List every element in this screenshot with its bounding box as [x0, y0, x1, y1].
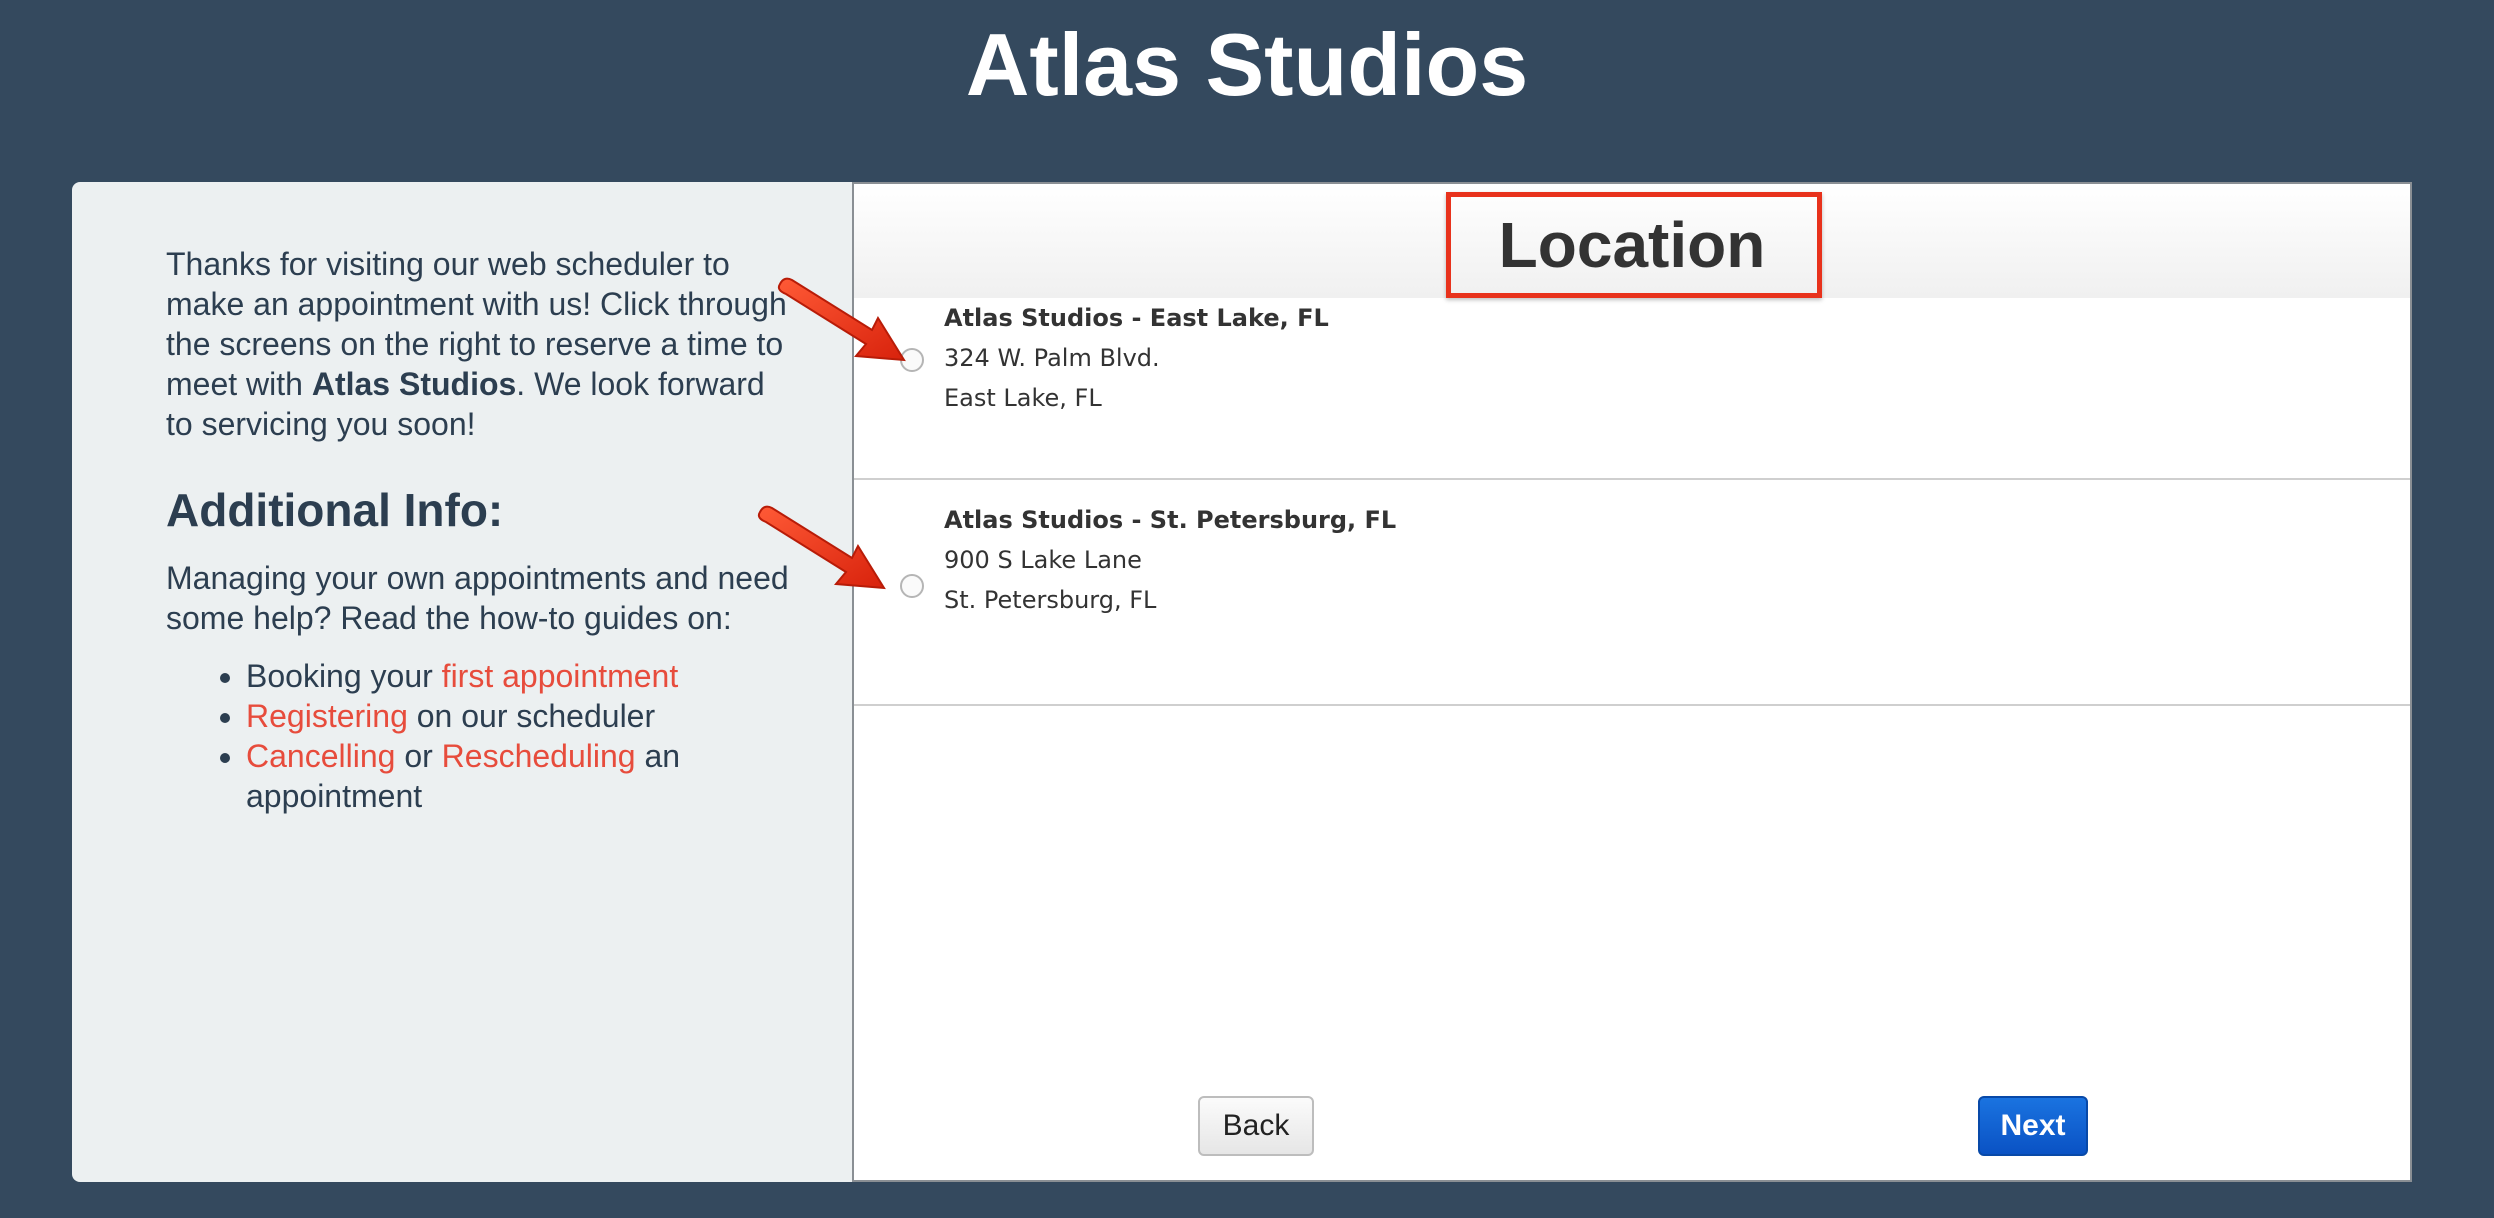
- additional-info-heading: Additional Info:: [166, 484, 504, 536]
- location-city: St. Petersburg, FL: [944, 586, 1157, 614]
- registering-link[interactable]: Registering: [246, 698, 408, 734]
- location-option-east-lake[interactable]: Atlas Studios - East Lake, FL 324 W. Pal…: [854, 298, 2410, 480]
- location-address: 900 S Lake Lane: [944, 546, 1142, 574]
- guide-item-cancel-reschedule: Cancelling or Rescheduling an appointmen…: [246, 736, 792, 816]
- location-city: East Lake, FL: [944, 384, 1102, 412]
- guides-list: Booking your first appointment Registeri…: [166, 656, 792, 816]
- cancelling-link[interactable]: Cancelling: [246, 738, 395, 774]
- help-text: Managing your own appointments and need …: [166, 560, 789, 636]
- location-option-st-petersburg[interactable]: Atlas Studios - St. Petersburg, FL 900 S…: [854, 480, 2410, 706]
- location-name: Atlas Studios - East Lake, FL: [944, 304, 1329, 332]
- intro-business-name: Atlas Studios: [311, 366, 517, 402]
- guide-text: or: [395, 738, 442, 774]
- location-details: Atlas Studios - East Lake, FL 324 W. Pal…: [944, 298, 1329, 418]
- info-panel: Thanks for visiting our web scheduler to…: [72, 182, 852, 1182]
- location-address: 324 W. Palm Blvd.: [944, 344, 1160, 372]
- radio-st-petersburg[interactable]: [900, 574, 924, 598]
- location-details: Atlas Studios - St. Petersburg, FL 900 S…: [944, 500, 1396, 620]
- back-button[interactable]: Back: [1198, 1096, 1314, 1156]
- location-form-panel: Location Atlas Studios - East Lake, FL 3…: [852, 182, 2412, 1182]
- guide-text: Booking your: [246, 658, 442, 694]
- rescheduling-link[interactable]: Rescheduling: [442, 738, 636, 774]
- guide-item-registering: Registering on our scheduler: [246, 696, 792, 736]
- first-appointment-link[interactable]: first appointment: [442, 658, 679, 694]
- title-highlight-box: [1446, 192, 1822, 298]
- annotation-arrow-icon: [777, 277, 906, 362]
- guide-item-booking: Booking your first appointment: [246, 656, 792, 696]
- next-button[interactable]: Next: [1978, 1096, 2088, 1156]
- location-name: Atlas Studios - St. Petersburg, FL: [944, 506, 1397, 534]
- site-title: Atlas Studios: [965, 15, 1529, 114]
- intro-text: Thanks for visiting our web scheduler to…: [166, 244, 792, 444]
- guide-text: on our scheduler: [407, 698, 656, 734]
- annotation-arrow-icon: [757, 505, 886, 590]
